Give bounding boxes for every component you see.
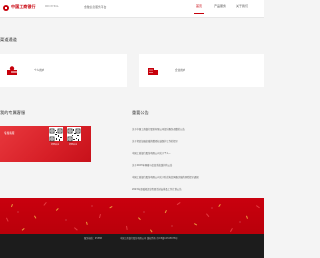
notices-title: 重要公告 — [132, 110, 149, 115]
nav-products[interactable]: 产品服务 — [214, 4, 226, 8]
channels-title: 渠道通道 — [0, 37, 17, 42]
notice-item[interactable]: 中国工商银行股份有限公司关于防范电信网络诈骗的风险提示通知 — [132, 175, 199, 179]
enterprise-user-icon — [148, 68, 158, 75]
channel-label-enterprise: 企业用户 — [175, 69, 186, 72]
qr-code-image-2 — [67, 127, 81, 142]
notice-item[interactable]: 关于2023年网络与信息系统维护的公告 — [132, 163, 172, 167]
channel-card-enterprise[interactable]: 企业用户 — [139, 54, 264, 87]
qr-label-2: 扫码关注 — [69, 144, 78, 146]
notice-item[interactable]: 关于中国工商银行股份有限公司部分服务调整的公告 — [132, 127, 185, 131]
brand-subtitle: INDUSTRIAL — [45, 5, 59, 8]
channel-card-personal[interactable]: 个人用户 — [0, 54, 127, 87]
service-tag: 专属客服 — [4, 132, 15, 135]
footer-hotline: 服务热线：95588 — [84, 237, 102, 240]
top-header: 中国工商银行 INDUSTRIAL 金融信息服务平台 首页 产品服务 关于我们 — [0, 0, 264, 18]
site-label: 金融信息服务平台 — [84, 5, 107, 9]
qr-label-1: 扫码关注 — [51, 144, 60, 146]
nav-home[interactable]: 首页 — [196, 4, 202, 8]
footer-copyright: 中国工商银行股份有限公司 版权所有 京ICP备12345678号 — [120, 237, 178, 240]
notice-item[interactable]: 2023年金融知识宣传周活动安排及工作计划公告 — [132, 187, 182, 191]
notice-item[interactable]: 关于切实加强金融消费者权益保护工作的提示 — [132, 139, 178, 143]
channel-label-personal: 个人用户 — [34, 69, 45, 72]
nav-about[interactable]: 关于我们 — [236, 4, 248, 8]
nav-active-indicator — [194, 13, 204, 14]
notice-item[interactable]: 中国工商银行股份有限公司关于个人... — [132, 151, 171, 155]
personal-user-icon — [7, 66, 17, 75]
service-title: 我的专属客服 — [0, 110, 26, 115]
icbc-logo-icon[interactable] — [3, 5, 9, 11]
brand-name[interactable]: 中国工商银行 — [11, 4, 36, 10]
qr-code-image-1 — [49, 127, 63, 142]
